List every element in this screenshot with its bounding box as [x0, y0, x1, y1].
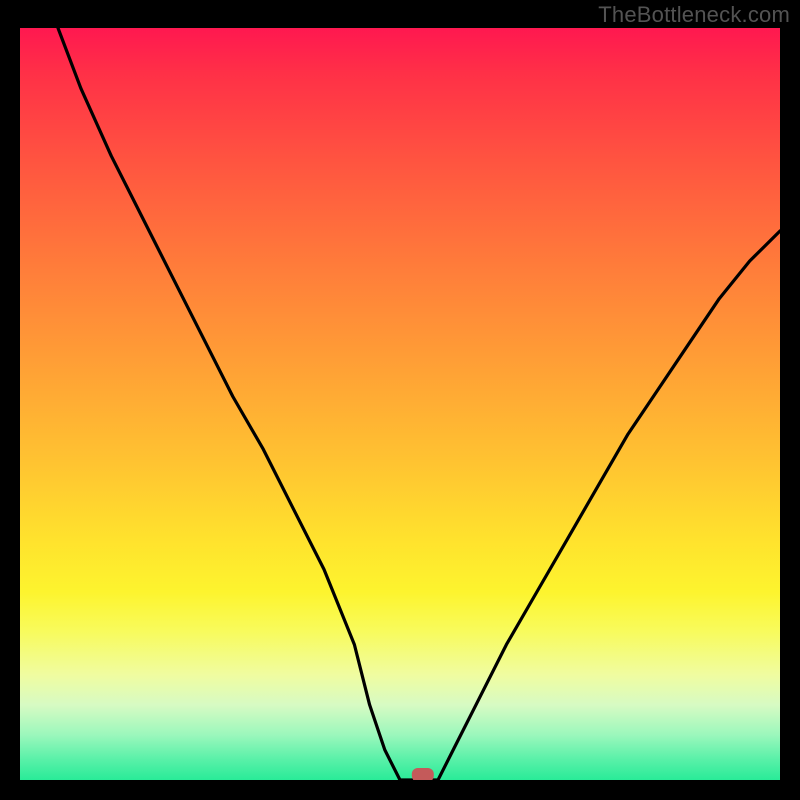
bottleneck-curve [58, 28, 780, 780]
chart-frame: TheBottleneck.com [0, 0, 800, 800]
curve-svg [20, 28, 780, 780]
optimal-marker [412, 768, 434, 780]
watermark-text: TheBottleneck.com [598, 2, 790, 28]
plot-area [20, 28, 780, 780]
